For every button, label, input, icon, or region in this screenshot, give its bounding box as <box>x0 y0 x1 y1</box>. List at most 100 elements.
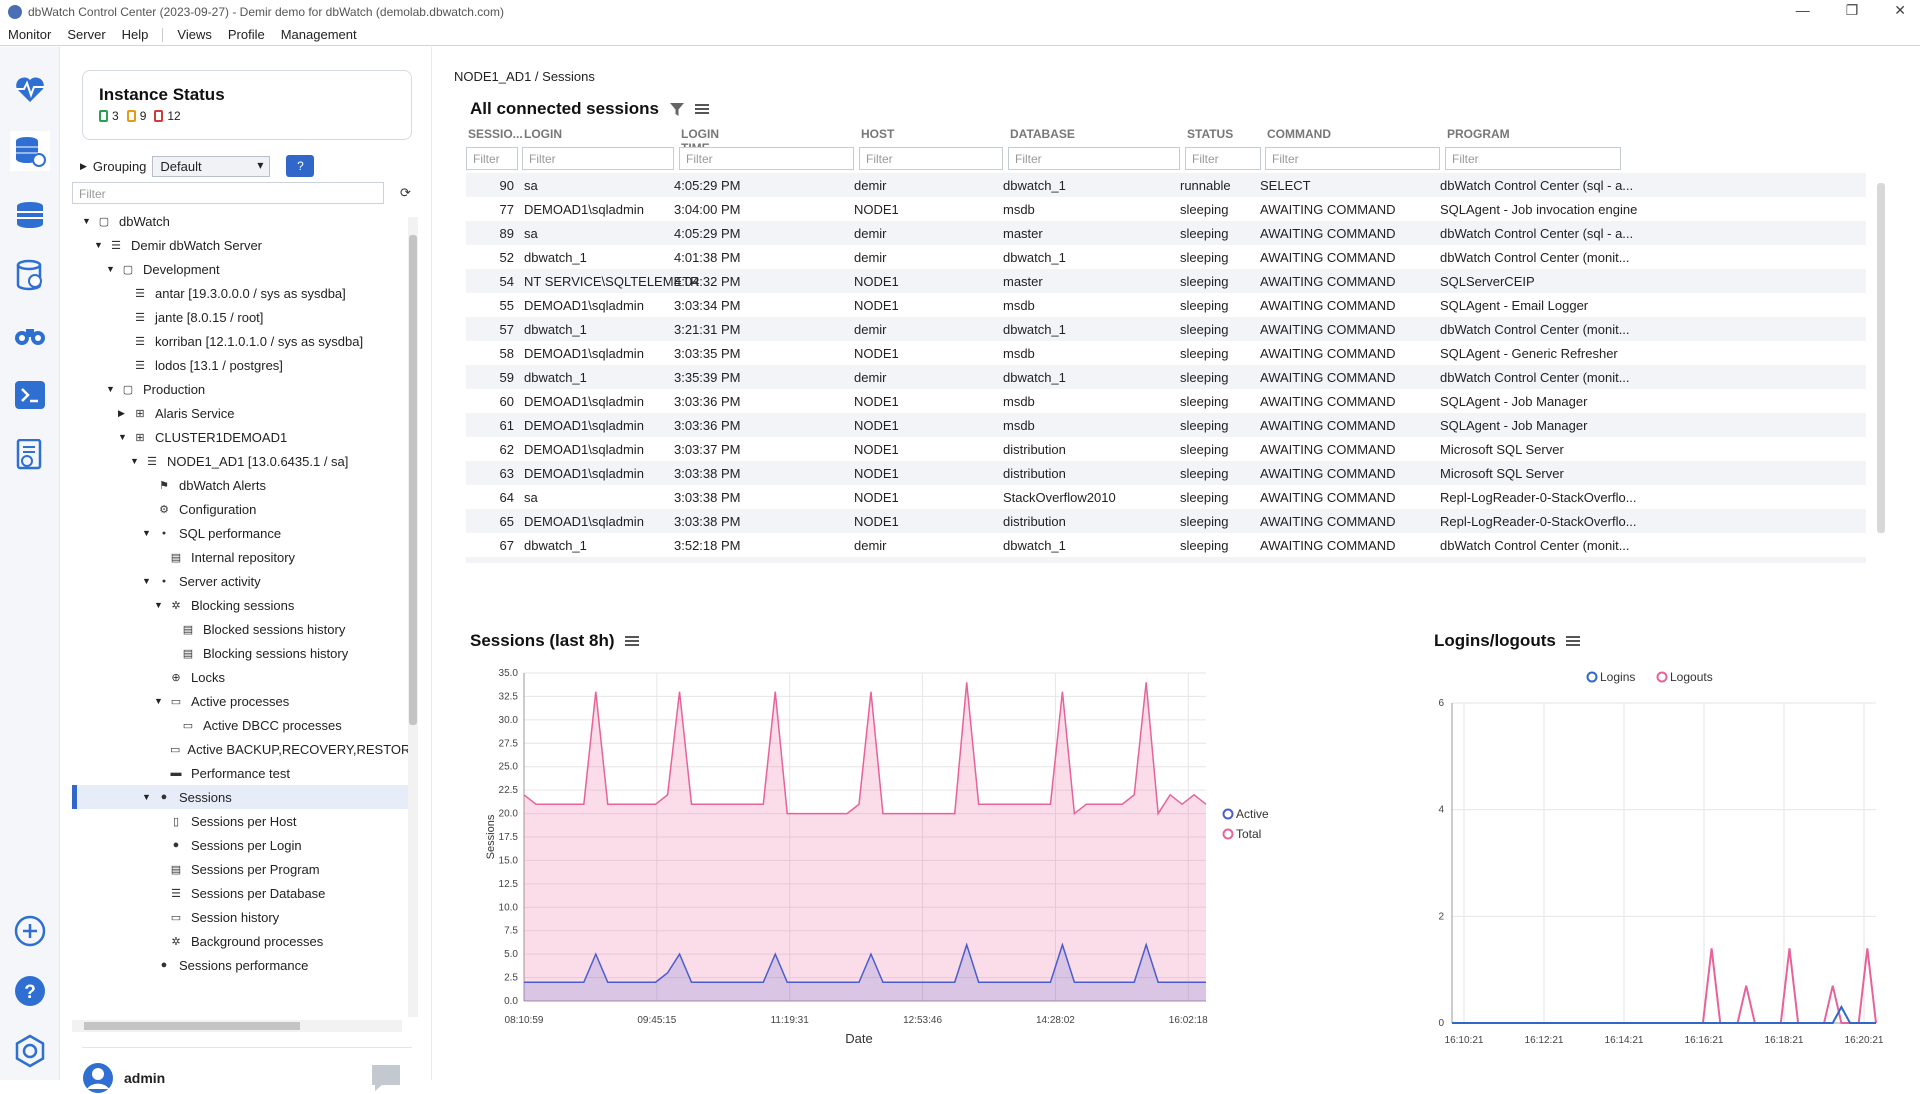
tree-item[interactable]: ▼ ● Sessions <box>72 785 408 809</box>
column-filter-input[interactable]: Filter <box>1008 147 1180 170</box>
tree-toggle-icon[interactable]: ▼ <box>130 456 140 466</box>
tree-item[interactable]: ☰ korriban [12.1.0.1.0 / sys as sysdba] <box>72 329 408 353</box>
table-row[interactable]: 64 sa 3:03:38 PM NODE1 StackOverflow2010 slee… <box>466 485 1866 509</box>
table-row[interactable]: 65 DEMOAD1\sqladmin 3:03:38 PM NODE1 distrib… <box>466 509 1866 533</box>
tree-item[interactable]: ▼ ⊞ CLUSTER1DEMOAD1 <box>72 425 408 449</box>
chat-icon[interactable] <box>370 1063 402 1093</box>
table-row[interactable]: 77 DEMOAD1\sqladmin 3:04:00 PM NODE1 msdb sle… <box>466 197 1866 221</box>
tree-item[interactable]: ⚑ dbWatch Alerts <box>72 473 408 497</box>
grouping-expand-icon[interactable]: ▶ <box>80 161 87 172</box>
table-row[interactable]: 59 dbwatch_1 3:35:39 PM demir dbwatch_1 sleep… <box>466 365 1866 389</box>
column-header[interactable]: HOST <box>861 127 894 141</box>
tree-filter-input[interactable]: Filter <box>72 182 384 204</box>
table-row[interactable]: 90 sa 4:05:29 PM demir dbwatch_1 runnable SELE… <box>466 173 1866 197</box>
tree-item[interactable]: ● Sessions performance <box>72 953 408 977</box>
menu-monitor[interactable]: Monitor <box>0 27 59 42</box>
column-header[interactable]: DATABASE <box>1010 127 1075 141</box>
tree-item[interactable]: ▶ ⊞ Alaris Service <box>72 401 408 425</box>
table-vertical-scrollbar[interactable] <box>1876 173 1886 569</box>
column-header[interactable]: PROGRAM <box>1447 127 1510 141</box>
table-row[interactable]: 55 DEMOAD1\sqladmin 3:03:34 PM NODE1 msdb sle… <box>466 293 1866 317</box>
table-row[interactable]: 61 DEMOAD1\sqladmin 3:03:36 PM NODE1 msdb sle… <box>466 413 1866 437</box>
database-farm-icon[interactable] <box>10 195 50 235</box>
tree-item[interactable]: ▼ ✲ Blocking sessions <box>72 593 408 617</box>
tree-item[interactable]: ▤ Blocking sessions history <box>72 641 408 665</box>
tree-item[interactable]: ☰ antar [19.3.0.0.0 / sys as sysdba] <box>72 281 408 305</box>
tree-item[interactable]: ▯ Sessions per Host <box>72 809 408 833</box>
tree-toggle-icon[interactable]: ▼ <box>106 264 116 274</box>
tree-item[interactable]: ⊕ Locks <box>72 665 408 689</box>
monitor-heartbeat-icon[interactable] <box>10 69 50 109</box>
column-filter-input[interactable]: Filter <box>1265 147 1440 170</box>
tree-item[interactable]: ▼ ▢ Production <box>72 377 408 401</box>
tree-toggle-icon[interactable]: ▼ <box>106 384 116 394</box>
tree-item[interactable]: ▤ Blocked sessions history <box>72 617 408 641</box>
table-row[interactable]: 60 DEMOAD1\sqladmin 3:03:36 PM NODE1 msdb sle… <box>466 389 1866 413</box>
column-filter-input[interactable]: Filter <box>859 147 1003 170</box>
table-row[interactable]: 54 NT SERVICE\SQLTELEMETRY 4:04:32 PM NODE1… <box>466 269 1866 293</box>
tree-toggle-icon[interactable]: ▼ <box>142 792 152 802</box>
close-button[interactable]: ✕ <box>1894 2 1906 19</box>
tree-item[interactable]: ▭ Session history <box>72 905 408 929</box>
column-filter-input[interactable]: Filter <box>522 147 674 170</box>
column-header[interactable]: STATUS <box>1187 127 1233 141</box>
tree-toggle-icon[interactable]: ▼ <box>154 696 164 706</box>
avatar-icon[interactable] <box>82 1062 114 1094</box>
menu-help[interactable]: Help <box>114 27 157 42</box>
tree-item[interactable]: ▼ ▭ Active processes <box>72 689 408 713</box>
tree-toggle-icon[interactable]: ▶ <box>118 408 128 419</box>
restore-button[interactable]: ❐ <box>1846 2 1859 19</box>
database-history-icon[interactable] <box>10 255 50 295</box>
table-menu-icon[interactable] <box>694 104 709 114</box>
column-header[interactable]: COMMAND <box>1267 127 1331 141</box>
table-row[interactable]: 67 dbwatch_1 3:52:18 PM demir dbwatch_1 sleep… <box>466 533 1866 557</box>
column-filter-input[interactable]: Filter <box>466 147 518 170</box>
settings-hexagon-icon[interactable] <box>10 1031 50 1071</box>
tree-item[interactable]: ☰ jante [8.0.15 / root] <box>72 305 408 329</box>
menu-profile[interactable]: Profile <box>220 27 273 42</box>
tree-item[interactable]: ▤ Internal repository <box>72 545 408 569</box>
filter-icon[interactable] <box>669 101 685 117</box>
tree-item[interactable]: ▼ ☰ NODE1_AD1 [13.0.6435.1 / sa] <box>72 449 408 473</box>
minimize-button[interactable]: — <box>1796 2 1810 19</box>
table-row[interactable]: 89 sa 4:05:29 PM demir master sleeping AWAITIN… <box>466 221 1866 245</box>
tree-item[interactable]: ● Sessions per Login <box>72 833 408 857</box>
tree-item[interactable]: ▼ ● SQL performance <box>72 521 408 545</box>
help-icon[interactable]: ? <box>10 971 50 1011</box>
tree-horizontal-scrollbar[interactable] <box>72 1020 402 1032</box>
tree-item[interactable]: ▤ Sessions per Program <box>72 857 408 881</box>
column-filter-input[interactable]: Filter <box>679 147 854 170</box>
tree-toggle-icon[interactable]: ▼ <box>154 600 164 610</box>
tree-toggle-icon[interactable]: ▼ <box>142 576 152 586</box>
table-row[interactable]: 52 dbwatch_1 4:01:38 PM demir dbwatch_1 sleep… <box>466 245 1866 269</box>
tree-item[interactable]: ▼ ▢ dbWatch <box>72 209 408 233</box>
table-row[interactable]: 58 DEMOAD1\sqladmin 3:03:35 PM NODE1 msdb sle… <box>466 341 1866 365</box>
report-settings-icon[interactable] <box>10 435 50 475</box>
tree-item[interactable]: ▼ ▢ Development <box>72 257 408 281</box>
tree-item[interactable]: ☰ Sessions per Database <box>72 881 408 905</box>
tree-item[interactable]: ▬ Performance test <box>72 761 408 785</box>
tree-item[interactable]: ▼ ● Server activity <box>72 569 408 593</box>
column-header[interactable]: LOGIN <box>524 127 562 141</box>
instance-status-card[interactable]: Instance Status 3 9 12 <box>82 70 412 140</box>
column-header[interactable]: SESSIO... <box>468 127 523 141</box>
menu-management[interactable]: Management <box>273 27 365 42</box>
column-filter-input[interactable]: Filter <box>1445 147 1621 170</box>
tree-toggle-icon[interactable]: ▼ <box>142 528 152 538</box>
tree-toggle-icon[interactable]: ▼ <box>82 216 92 226</box>
tree-item[interactable]: ✲ Background processes <box>72 929 408 953</box>
tree-item[interactable]: ☰ lodos [13.1 / postgres] <box>72 353 408 377</box>
binoculars-icon[interactable] <box>10 315 50 355</box>
tree-vertical-scrollbar[interactable] <box>408 217 418 1017</box>
table-row[interactable]: 63 DEMOAD1\sqladmin 3:03:38 PM NODE1 distrib… <box>466 461 1866 485</box>
tree-item[interactable]: ⚙ Configuration <box>72 497 408 521</box>
tree-item[interactable]: ▼ ☰ Demir dbWatch Server <box>72 233 408 257</box>
database-settings-icon[interactable] <box>10 131 50 171</box>
column-filter-input[interactable]: Filter <box>1185 147 1261 170</box>
tree-toggle-icon[interactable]: ▼ <box>94 240 104 250</box>
table-row[interactable] <box>466 557 1866 563</box>
refresh-icon[interactable]: ⟳ <box>400 185 411 201</box>
grouping-select[interactable]: Default <box>152 155 271 177</box>
menu-views[interactable]: Views <box>169 27 219 42</box>
terminal-icon[interactable] <box>10 375 50 415</box>
